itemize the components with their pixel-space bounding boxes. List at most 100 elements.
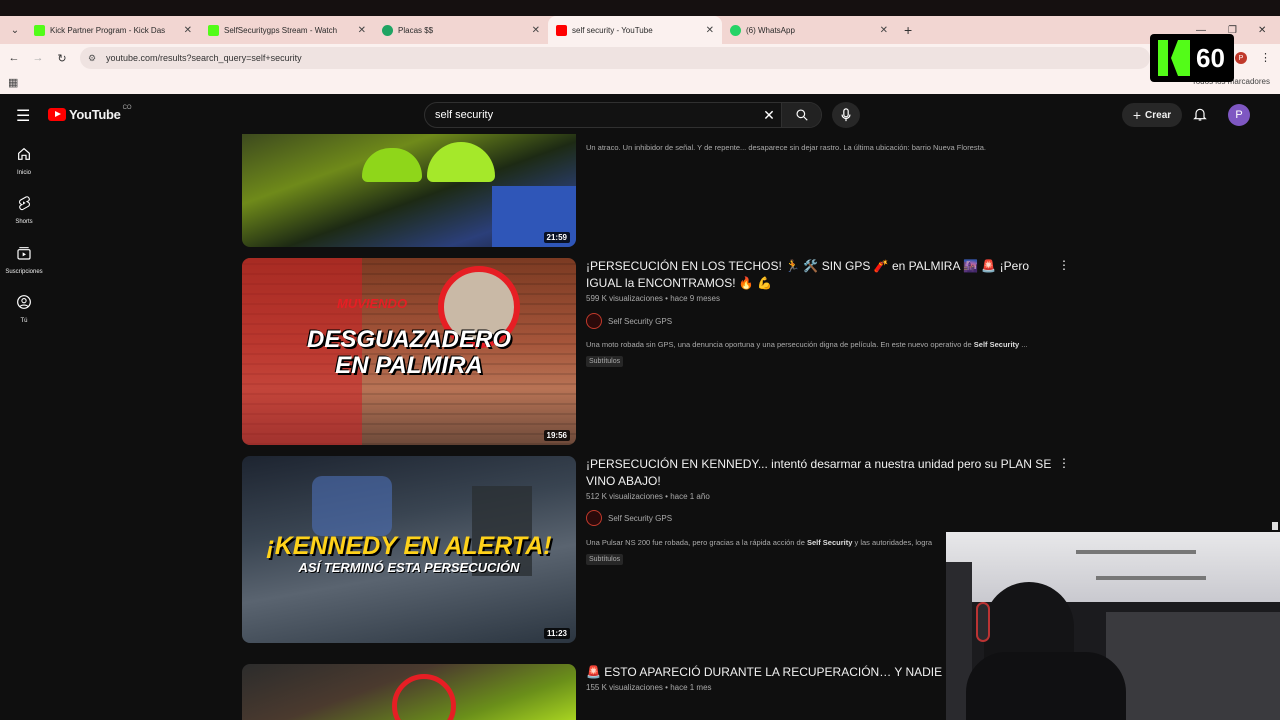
youtube-header: ☰ YouTube CO ✕ + Crear P: [0, 94, 1280, 134]
tab-title: SelfSecuritygps Stream - Watch: [224, 25, 338, 35]
helmet-shape: [362, 148, 422, 182]
thumb-headline-2: EN PALMIRA: [335, 352, 483, 379]
channel-name: Self Security GPS: [608, 513, 673, 523]
account-avatar[interactable]: P: [1228, 104, 1250, 126]
motorcycle-shape: [312, 476, 392, 536]
site-settings-icon[interactable]: ⚙: [88, 53, 100, 64]
tab-close-icon[interactable]: ✕: [532, 25, 540, 36]
shelf: [1076, 550, 1196, 554]
subtitles-badge: Subtítulos: [586, 554, 624, 565]
sidebar-item-suscripciones[interactable]: Suscripciones: [0, 245, 48, 275]
bookmarks-bar: ▦ Todos los marcadores: [0, 72, 1280, 94]
forward-icon[interactable]: →: [26, 52, 50, 64]
channel-avatar: [586, 313, 602, 329]
view-count: 155 K visualizaciones: [586, 683, 663, 692]
tab-youtube-active[interactable]: self security - YouTube ✕: [548, 16, 722, 44]
tab-search-dropdown-icon[interactable]: ⌄: [4, 19, 26, 41]
description-text: ...: [1019, 340, 1028, 349]
tab-whatsapp[interactable]: (6) WhatsApp ✕: [722, 16, 896, 44]
youtube-logo[interactable]: YouTube CO: [48, 105, 132, 122]
sidebar-label: Suscripciones: [5, 269, 43, 275]
tab-close-icon[interactable]: ✕: [184, 25, 192, 36]
tab-title: Kick Partner Program - Kick Das: [50, 25, 166, 35]
upload-age: hace 1 mes: [670, 683, 712, 692]
video-thumbnail[interactable]: ¡KENNEDY EN ALERTA! ASÍ TERMINÓ ESTA PER…: [242, 456, 576, 643]
tab-selfsecurity-stream[interactable]: SelfSecuritygps Stream - Watch ✕: [200, 16, 374, 44]
youtube-play-icon: [48, 108, 66, 121]
clear-search-icon[interactable]: ✕: [757, 107, 781, 124]
chair-shape: [1106, 612, 1280, 720]
headphone-shape: [976, 602, 990, 642]
reload-icon[interactable]: ↻: [50, 52, 74, 65]
search-icon: [795, 109, 808, 121]
sidebar-item-tu[interactable]: Tú: [0, 294, 48, 324]
scrollbar-thumb[interactable]: [1272, 522, 1278, 530]
streamer-webcam: [946, 532, 1280, 720]
video-title[interactable]: ¡PERSECUCIÓN EN LOS TECHOS! 🏃 🛠️ SIN GPS…: [586, 258, 1056, 292]
description-text: Una moto robada sin GPS, una denuncia op…: [586, 340, 974, 349]
address-bar[interactable]: ⚙ youtube.com/results?search_query=self+…: [80, 47, 1150, 69]
search-input[interactable]: [425, 109, 757, 121]
helmet-shape: [427, 142, 495, 182]
more-actions-icon[interactable]: ⋮: [1058, 258, 1070, 272]
tab-close-icon[interactable]: ✕: [358, 25, 366, 36]
microphone-icon: [841, 108, 851, 122]
subscriptions-icon: [17, 247, 31, 260]
video-duration: 21:59: [543, 232, 570, 243]
voice-search-button[interactable]: [832, 102, 860, 128]
channel-avatar: [586, 510, 602, 526]
desktop-strip: [0, 0, 1280, 16]
create-button[interactable]: + Crear: [1122, 103, 1182, 127]
sidebar-label: Shorts: [15, 219, 33, 225]
plus-icon: +: [1132, 107, 1142, 123]
channel-link[interactable]: Self Security GPS: [586, 510, 672, 526]
description-highlight: Self Security: [973, 340, 1020, 349]
notifications-bell-icon[interactable]: [1192, 106, 1208, 127]
whatsapp-favicon-icon: [730, 24, 741, 36]
browser-toolbar: ← → ↻ ⚙ youtube.com/results?search_query…: [0, 44, 1280, 72]
channel-link[interactable]: Self Security GPS: [586, 313, 672, 329]
sidebar-label: Inicio: [16, 170, 31, 176]
browser-profile-avatar[interactable]: P: [1235, 52, 1247, 64]
kick-favicon-icon: [208, 24, 219, 36]
more-actions-icon[interactable]: ⋮: [1058, 456, 1070, 470]
video-title[interactable]: 🚨 ESTO APARECIÓ DURANTE LA RECUPERACIÓN……: [586, 664, 944, 681]
you-icon: [17, 295, 31, 309]
tab-close-icon[interactable]: ✕: [706, 25, 714, 36]
view-count: 599 K visualizaciones: [586, 294, 663, 303]
description-highlight: Self Security: [806, 538, 853, 547]
video-description: Una Pulsar NS 200 fue robada, pero graci…: [586, 538, 946, 547]
create-label: Crear: [1145, 109, 1172, 121]
kick-logo-icon: [1158, 40, 1190, 76]
url-text: youtube.com/results?search_query=self+se…: [106, 53, 302, 63]
video-duration: 11:23: [543, 628, 570, 639]
back-icon[interactable]: ←: [2, 52, 26, 64]
tab-kick-partner[interactable]: Kick Partner Program - Kick Das ✕: [26, 16, 200, 44]
video-thumbnail[interactable]: 21:59: [242, 134, 576, 247]
shorts-icon: [19, 196, 30, 211]
highlight-circle: [392, 674, 456, 720]
thumb-headline-1: DESGUAZADERO: [306, 326, 511, 353]
kick-viewer-count: 60: [1196, 42, 1225, 73]
shelf: [1096, 576, 1206, 580]
tab-placas[interactable]: Placas $$ ✕: [374, 16, 548, 44]
video-thumbnail[interactable]: MUVIENDO DESGUAZADERO EN PALMIRA 19:56: [242, 258, 576, 445]
new-tab-button[interactable]: +: [904, 22, 912, 38]
browser-menu-icon[interactable]: ⋮: [1260, 51, 1271, 64]
video-meta: 155 K visualizaciones • hace 1 mes: [586, 683, 712, 692]
sidebar-item-shorts[interactable]: Shorts: [0, 195, 48, 225]
window-close-icon[interactable]: ✕: [1258, 16, 1266, 44]
apps-grid-icon[interactable]: ▦: [8, 76, 18, 89]
tab-close-icon[interactable]: ✕: [880, 25, 888, 36]
kick-favicon-icon: [34, 24, 45, 36]
description-text: Una Pulsar NS 200 fue robada, pero graci…: [586, 538, 807, 547]
view-count: 512 K visualizaciones: [586, 492, 663, 501]
sidebar-item-inicio[interactable]: Inicio: [0, 146, 48, 176]
kick-viewer-overlay: 60: [1150, 34, 1234, 82]
hamburger-menu-icon[interactable]: ☰: [16, 106, 30, 126]
search-button[interactable]: [781, 103, 821, 127]
video-title[interactable]: ¡PERSECUCIÓN EN KENNEDY... intentó desar…: [586, 456, 1056, 490]
youtube-wordmark: YouTube: [69, 107, 121, 122]
sidebar-label: Tú: [20, 318, 28, 324]
video-thumbnail[interactable]: [242, 664, 576, 720]
